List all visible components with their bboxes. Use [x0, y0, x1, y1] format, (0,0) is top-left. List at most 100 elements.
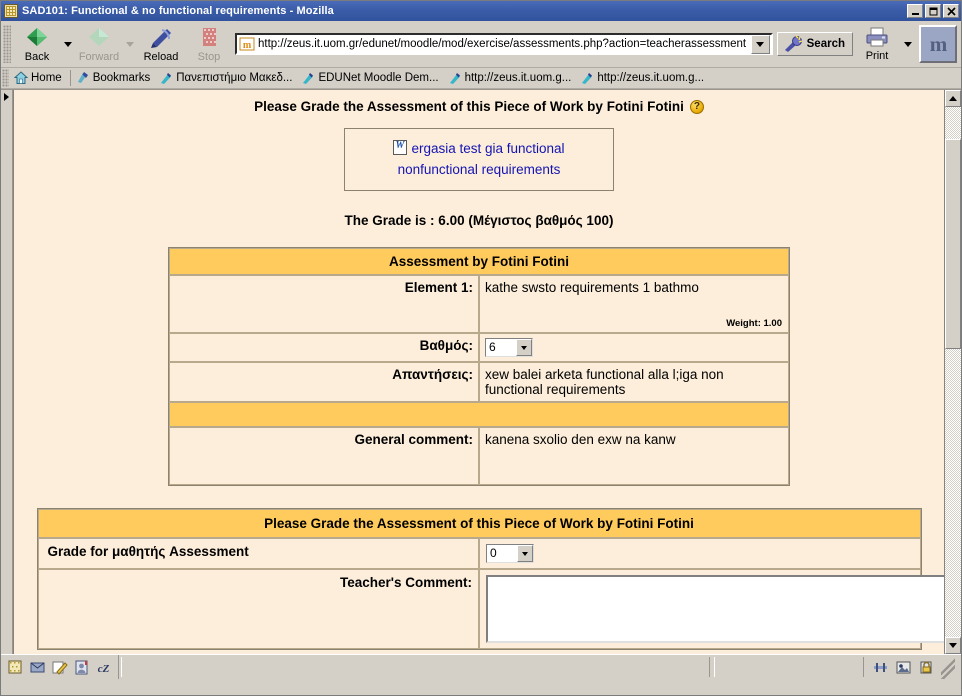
bookmark-zeus-1[interactable]: http://zeus.it.uom.g... — [445, 70, 578, 86]
bookmark-uom[interactable]: Πανεπιστήμιο Μακεδ... — [156, 70, 298, 86]
url-dropdown-button[interactable] — [750, 34, 770, 54]
back-dropdown[interactable] — [61, 22, 75, 66]
window-title: SAD101: Functional & no functional requi… — [22, 5, 334, 17]
forward-button[interactable]: Forward — [75, 22, 123, 66]
page-title: Please Grade the Assessment of this Piec… — [14, 90, 944, 114]
chevron-down-icon[interactable] — [516, 339, 532, 356]
svg-text:cZ: cZ — [98, 663, 110, 675]
back-icon — [27, 27, 47, 46]
grade-summary: The Grade is : 6.00 (Μέγιστος βαθμός 100… — [344, 213, 614, 228]
bookmark-label: http://zeus.it.uom.g... — [464, 72, 572, 84]
stop-button[interactable]: Stop — [185, 22, 233, 66]
search-button[interactable]: Search — [776, 32, 853, 56]
help-icon[interactable]: ? — [689, 99, 704, 114]
throbber-logo-text: m — [929, 31, 947, 56]
close-button[interactable] — [943, 4, 959, 18]
page-title-text: Please Grade the Assessment of this Piec… — [254, 99, 684, 114]
home-icon — [14, 71, 28, 84]
toolbar-grip[interactable] — [3, 25, 11, 63]
title-bar: SAD101: Functional & no functional requi… — [1, 1, 961, 21]
bookmark-bookmarks[interactable]: Bookmarks — [73, 70, 157, 86]
bookmark-zeus-2[interactable]: http://zeus.it.uom.g... — [577, 70, 710, 86]
back-label: Back — [24, 50, 50, 63]
scroll-down-button[interactable] — [945, 637, 961, 654]
svg-text:m: m — [243, 40, 252, 51]
bookmark-icon — [582, 73, 593, 84]
grading-form-grade-cell: 0 — [479, 538, 921, 569]
assessment-header-row: Assessment by Fotini Fotini — [169, 248, 789, 275]
reload-button[interactable]: Reload — [137, 22, 185, 66]
assessment-header: Assessment by Fotini Fotini — [169, 248, 789, 275]
grade-value-cell: 6 — [479, 333, 789, 362]
grading-form-comment-row: Teacher's Comment: — [37, 569, 944, 649]
grading-form-grade-row: Grade for μαθητής Assessment 0 — [37, 538, 921, 569]
status-message — [121, 657, 710, 677]
grading-form-header-row: Please Grade the Assessment of this Piec… — [37, 509, 921, 538]
element-text: kathe swsto requirements 1 bathmo — [485, 280, 699, 295]
mozilla-app-icon — [4, 4, 18, 18]
general-comment-value: kanena sxolio den exw na kanw — [479, 427, 789, 485]
mozilla-icon[interactable] — [7, 659, 24, 676]
stop-label: Stop — [197, 50, 221, 63]
grading-form-header: Please Grade the Assessment of this Piec… — [37, 509, 921, 538]
scrollbar-track[interactable] — [945, 107, 961, 637]
forward-dropdown[interactable] — [123, 22, 137, 66]
window-controls — [907, 4, 959, 18]
cookie-icon[interactable] — [872, 659, 889, 676]
maximize-button[interactable] — [925, 4, 941, 18]
bookmarks-grip[interactable] — [2, 69, 9, 87]
teacher-comment-input[interactable] — [486, 575, 944, 643]
browser-window: SAD101: Functional & no functional requi… — [0, 0, 962, 696]
content-area: Please Grade the Assessment of this Piec… — [1, 89, 961, 654]
scroll-up-button[interactable] — [945, 90, 961, 107]
bookmark-icon — [449, 73, 460, 84]
teacher-grade-select[interactable]: 0 — [486, 544, 534, 563]
bookmark-icon — [161, 73, 172, 84]
image-icon[interactable] — [895, 659, 912, 676]
responses-value: xew balei arketa functional alla l;iga n… — [479, 362, 789, 402]
composer-icon[interactable] — [51, 659, 68, 676]
security-lock-icon[interactable] — [918, 659, 935, 676]
responses-label: Απαντήσεις: — [169, 362, 479, 402]
bookmark-label: Bookmarks — [92, 72, 151, 84]
submission-link[interactable]: ergasia test gia functional nonfunctiona… — [398, 141, 565, 177]
element-weight: Weight: 1.00 — [726, 318, 782, 329]
sidebar-collapse-rail[interactable] — [1, 90, 13, 654]
address-bar[interactable]: m http://zeus.it.uom.gr/edunet/moodle/mo… — [235, 33, 773, 55]
status-bar: cZ — [1, 654, 961, 679]
bookmark-edunet-moodle[interactable]: EDUNet Moodle Dem... — [298, 70, 444, 86]
print-dropdown[interactable] — [901, 22, 915, 66]
grading-form-table: Please Grade the Assessment of this Piec… — [36, 508, 944, 650]
assessment-grade-select[interactable]: 6 — [485, 338, 533, 357]
bookmark-label: EDUNet Moodle Dem... — [318, 72, 439, 84]
teacher-comment-label: Teacher's Comment: — [37, 569, 479, 649]
submission-link-box: ergasia test gia functional nonfunctiona… — [344, 128, 614, 191]
assessment-spacer — [169, 402, 789, 427]
addressbook-icon[interactable] — [73, 659, 90, 676]
bookmark-label: http://zeus.it.uom.g... — [597, 72, 705, 84]
teacher-grade-value: 0 — [490, 546, 497, 560]
mozilla-throbber[interactable]: m — [919, 25, 957, 63]
mail-icon[interactable] — [29, 659, 46, 676]
grading-form-grade-label: Grade for μαθητής Assessment — [37, 538, 479, 569]
print-button[interactable]: Print — [853, 22, 901, 66]
web-page: Please Grade the Assessment of this Piec… — [13, 90, 944, 654]
resize-grip[interactable] — [941, 655, 955, 679]
url-text[interactable]: http://zeus.it.uom.gr/edunet/moodle/mod/… — [258, 38, 751, 50]
bookmarks-separator — [69, 70, 71, 86]
irc-icon[interactable]: cZ — [95, 659, 112, 676]
page-vertical-scrollbar[interactable] — [944, 90, 961, 654]
element-label: Element 1: — [169, 275, 479, 333]
moodle-favicon: m — [239, 36, 255, 52]
bookmark-folder-icon — [77, 72, 88, 83]
bookmark-home[interactable]: Home — [11, 70, 68, 86]
status-indicators — [866, 655, 961, 679]
word-document-icon — [393, 140, 408, 155]
minimize-button[interactable] — [907, 4, 923, 18]
scrollbar-thumb[interactable] — [945, 139, 961, 349]
bookmark-icon — [303, 73, 314, 84]
component-bar: cZ — [1, 655, 119, 679]
back-button[interactable]: Back — [13, 22, 61, 66]
chevron-down-icon[interactable] — [517, 545, 533, 562]
bookmark-label: Πανεπιστήμιο Μακεδ... — [176, 72, 293, 84]
